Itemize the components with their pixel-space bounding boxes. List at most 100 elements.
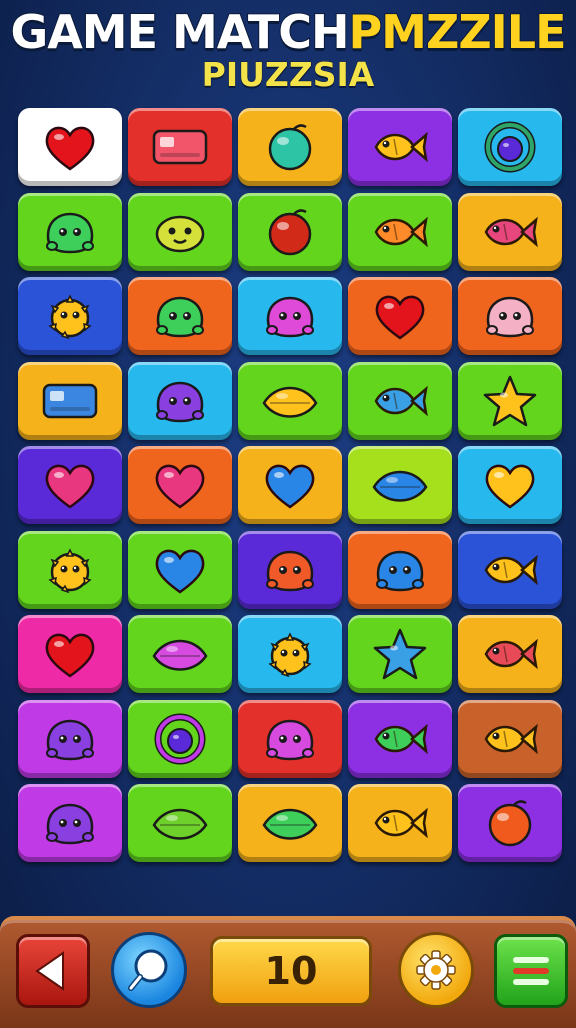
game-tile[interactable] bbox=[18, 446, 122, 524]
game-tile[interactable] bbox=[238, 446, 342, 524]
heart-icon bbox=[265, 464, 315, 509]
game-tile[interactable] bbox=[348, 530, 452, 609]
creature-icon bbox=[156, 296, 204, 338]
search-button[interactable] bbox=[111, 932, 187, 1008]
game-tile[interactable] bbox=[128, 108, 232, 186]
creature-icon bbox=[266, 296, 314, 338]
search-icon bbox=[128, 949, 168, 991]
game-tile[interactable] bbox=[238, 699, 342, 778]
game-tile[interactable] bbox=[238, 530, 342, 609]
fish-icon bbox=[374, 723, 428, 754]
game-tile[interactable] bbox=[18, 192, 122, 271]
fish-icon bbox=[484, 638, 538, 670]
creature-icon bbox=[376, 550, 424, 591]
puffer-icon bbox=[48, 547, 92, 593]
game-tile[interactable] bbox=[128, 192, 232, 271]
game-tile[interactable] bbox=[238, 784, 342, 862]
game-tile[interactable] bbox=[458, 446, 562, 524]
moves-counter: 10 bbox=[210, 936, 372, 1006]
back-arrow-icon bbox=[35, 951, 64, 991]
leaf-icon bbox=[262, 386, 318, 418]
game-tile[interactable] bbox=[458, 615, 562, 693]
fish-icon bbox=[374, 131, 428, 163]
ring-icon bbox=[484, 121, 536, 173]
game-tile[interactable] bbox=[238, 192, 342, 271]
creature-icon bbox=[156, 381, 204, 422]
heart-icon bbox=[485, 464, 535, 509]
game-tile[interactable] bbox=[348, 277, 452, 355]
creature-icon bbox=[46, 212, 94, 253]
fish-icon bbox=[374, 216, 428, 247]
title-part-2: PMZZILE bbox=[347, 5, 567, 59]
title-part-1: GAME MATCH bbox=[9, 5, 350, 59]
game-tile[interactable] bbox=[458, 108, 562, 186]
game-tile[interactable] bbox=[128, 784, 232, 862]
game-tile[interactable] bbox=[348, 615, 452, 693]
game-tile[interactable] bbox=[348, 108, 452, 186]
fish-icon bbox=[374, 807, 428, 839]
menu-icon bbox=[513, 957, 549, 985]
creature-icon bbox=[266, 719, 314, 760]
star-icon bbox=[373, 628, 427, 680]
orb-icon bbox=[488, 800, 532, 847]
leaf-icon bbox=[152, 808, 208, 840]
block-icon bbox=[152, 129, 208, 165]
game-tile[interactable] bbox=[18, 699, 122, 778]
fish-icon bbox=[374, 385, 428, 416]
game-tile[interactable] bbox=[18, 615, 122, 693]
puffer-icon bbox=[268, 632, 312, 678]
creature-icon bbox=[46, 719, 94, 760]
heart-icon bbox=[155, 549, 205, 594]
game-tile[interactable] bbox=[458, 699, 562, 778]
game-board bbox=[14, 104, 562, 876]
game-tile[interactable] bbox=[348, 192, 452, 271]
game-tile[interactable] bbox=[128, 530, 232, 609]
creature-icon bbox=[486, 296, 534, 338]
heart-icon bbox=[45, 464, 95, 509]
game-tile[interactable] bbox=[18, 361, 122, 440]
game-tile[interactable] bbox=[128, 361, 232, 440]
game-tile[interactable] bbox=[128, 446, 232, 524]
heart-icon bbox=[45, 126, 95, 171]
game-tile[interactable] bbox=[458, 530, 562, 609]
game-tile[interactable] bbox=[458, 784, 562, 862]
gear-icon bbox=[416, 950, 456, 990]
orb-icon bbox=[268, 208, 312, 255]
game-tile[interactable] bbox=[238, 361, 342, 440]
game-tile[interactable] bbox=[128, 615, 232, 693]
slime-icon bbox=[155, 215, 205, 252]
heart-icon bbox=[155, 464, 205, 509]
game-tile[interactable] bbox=[348, 446, 452, 524]
game-tile[interactable] bbox=[18, 108, 122, 186]
puffer-icon bbox=[48, 294, 92, 340]
game-tile[interactable] bbox=[458, 361, 562, 440]
game-tile[interactable] bbox=[238, 277, 342, 355]
game-tile[interactable] bbox=[18, 784, 122, 862]
game-title: GAME MATCHPMZZILE bbox=[0, 5, 576, 59]
leaf-icon bbox=[152, 639, 208, 671]
game-tile[interactable] bbox=[238, 108, 342, 186]
creature-icon bbox=[46, 803, 94, 845]
heart-icon bbox=[45, 633, 95, 678]
game-tile[interactable] bbox=[128, 277, 232, 355]
creature-icon bbox=[266, 550, 314, 591]
game-tile[interactable] bbox=[458, 277, 562, 355]
fish-icon bbox=[484, 216, 538, 247]
game-tile[interactable] bbox=[348, 699, 452, 778]
heart-icon bbox=[375, 295, 425, 340]
game-tile[interactable] bbox=[18, 277, 122, 355]
fish-icon bbox=[484, 554, 538, 585]
game-tile[interactable] bbox=[458, 192, 562, 271]
settings-button[interactable] bbox=[398, 932, 474, 1008]
game-tile[interactable] bbox=[348, 784, 452, 862]
leaf-icon bbox=[262, 808, 318, 840]
game-tile[interactable] bbox=[348, 361, 452, 440]
game-tile[interactable] bbox=[18, 530, 122, 609]
menu-button[interactable] bbox=[494, 934, 568, 1008]
game-subtitle: PIUZZSIA bbox=[201, 55, 375, 94]
game-tile[interactable] bbox=[238, 615, 342, 693]
star-icon bbox=[483, 375, 537, 426]
back-button[interactable] bbox=[16, 934, 90, 1008]
orb-icon bbox=[268, 124, 312, 171]
game-tile[interactable] bbox=[128, 699, 232, 778]
